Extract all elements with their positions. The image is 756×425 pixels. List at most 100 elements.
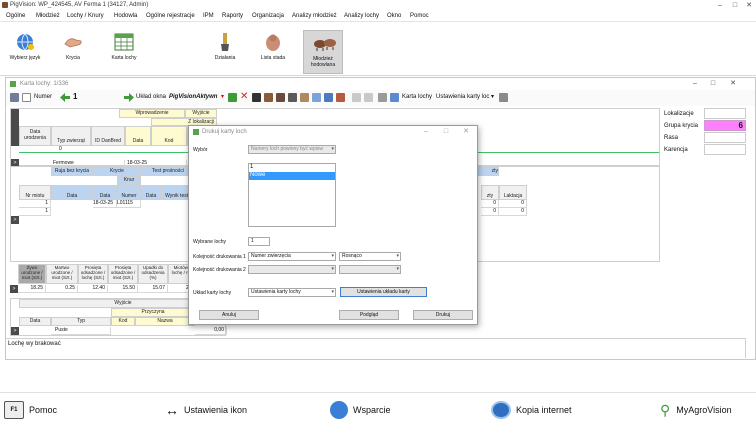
drukuj-button[interactable]: Drukuj <box>413 310 473 320</box>
card-icon[interactable] <box>390 93 399 102</box>
f1-key-icon: F1 <box>4 401 24 419</box>
rasa-field[interactable] <box>704 132 746 143</box>
test-data-header: Data <box>141 185 161 200</box>
wsparcie-button[interactable]: Wsparcie <box>330 401 391 419</box>
chart-icon[interactable] <box>336 93 345 102</box>
wybor-select[interactable]: Numery loch powinny być wpisw ▾ <box>248 145 336 154</box>
ustawienia-karty-label[interactable]: Ustawienia karty loc <box>436 94 489 100</box>
row1-data[interactable]: 18-03-25 <box>93 200 117 208</box>
child-minimize-icon[interactable]: – <box>688 79 702 88</box>
close-icon[interactable]: ✕ <box>742 1 756 10</box>
ruja-data-header: Data <box>51 185 93 200</box>
przyczyna-header: Przyczyna <box>111 308 195 317</box>
dzialania-label: Działania <box>214 55 236 61</box>
row1-numer[interactable]: L01115 <box>117 200 141 208</box>
laktacja-header: Laktacja <box>499 185 527 200</box>
menu-pomoc[interactable]: Pomoc <box>410 13 429 19</box>
grupa-krycia-value[interactable]: 6 <box>704 120 746 131</box>
transfer-icon[interactable] <box>288 93 297 102</box>
sow-action-icon[interactable] <box>300 93 309 102</box>
numer-value[interactable]: 1 <box>73 92 77 101</box>
sows-listbox[interactable]: 1 Nowe <box>248 163 336 227</box>
pig-icon[interactable] <box>264 93 273 102</box>
menu-mlodziez[interactable]: Młodzież <box>36 13 60 19</box>
menu-analizy-mlodziez[interactable]: Analizy młodzież <box>292 13 337 19</box>
podglad-button[interactable]: Podgląd <box>339 310 399 320</box>
child-toolbar: Numer 1 Układ okna PigVisionAktywn ▾ ✕ K… <box>6 90 755 106</box>
layout-name[interactable]: PigVisionAktywn <box>169 94 217 100</box>
right-val-2: 0 <box>481 208 499 216</box>
double-arrow-icon: ↔ <box>165 402 179 418</box>
exit-row-pointer-icon: > <box>11 327 19 335</box>
myagrovision-button[interactable]: ⚲ MyAgroVision <box>660 401 732 419</box>
uklad-karty-select[interactable]: Ustawienia karty lochy ▾ <box>248 288 336 297</box>
karta-lochy-button[interactable]: Karta lochy <box>104 32 144 61</box>
menu-ipm[interactable]: IPM <box>203 13 214 19</box>
lokalizacje-field[interactable] <box>704 108 746 119</box>
krycia-button[interactable]: Krycia <box>56 32 90 61</box>
print-icon[interactable] <box>499 93 508 102</box>
child-title: Karta lochy: 1/336 <box>20 81 69 87</box>
pigs-action-icon[interactable] <box>276 93 285 102</box>
kopia-internet-button[interactable]: Kopia internet <box>491 401 572 419</box>
gray-tool-icon-2[interactable] <box>364 93 373 102</box>
dialog-maximize-icon[interactable]: □ <box>439 127 453 136</box>
row1-nr[interactable]: 1 <box>19 200 51 208</box>
add-icon[interactable] <box>228 93 237 102</box>
search-icon[interactable] <box>22 93 31 102</box>
child-close-icon[interactable]: ✕ <box>726 79 740 88</box>
anuluj-button[interactable]: Anuluj <box>199 310 259 320</box>
menu-hodowla[interactable]: Hodowla <box>114 13 137 19</box>
back-arrow-icon[interactable] <box>60 93 70 102</box>
ustawienia-dropdown-icon[interactable]: ▾ <box>491 93 494 100</box>
mlodziez-hodowlana-label: Młodzież hodowlana <box>310 56 336 68</box>
menu-analizy-lochy[interactable]: Analizy lochy <box>344 13 379 19</box>
menu-lochy-knury[interactable]: Lochy / Knury <box>67 13 104 19</box>
wybrane-lochy-field[interactable]: 1 <box>248 237 270 246</box>
karta-lochy-toolbar-label[interactable]: Karta lochy <box>402 94 432 100</box>
exit-typ-value[interactable]: Puste <box>51 327 111 335</box>
menu-okno[interactable]: Okno <box>387 13 401 19</box>
gray-tool-icon-1[interactable] <box>352 93 361 102</box>
list-item-1[interactable]: 1 <box>249 164 335 172</box>
syringe-icon[interactable] <box>312 93 321 102</box>
dialog-close-icon[interactable]: ✕ <box>459 127 473 136</box>
maximize-icon[interactable]: □ <box>728 1 742 10</box>
menu-raporty[interactable]: Raporty <box>222 13 243 19</box>
wsparcie-label: Wsparcie <box>353 405 391 415</box>
delete-icon[interactable]: ✕ <box>240 92 248 102</box>
kolejnosc-1-order-select[interactable]: Rosnąco ▾ <box>339 252 401 261</box>
menu-ogolne-rejestracje[interactable]: Ogólne rejestracje <box>146 13 195 19</box>
layout-dropdown-icon[interactable]: ▾ <box>221 93 224 100</box>
karencja-field[interactable] <box>704 144 746 155</box>
lista-stada-button[interactable]: Lista stada <box>256 32 290 61</box>
krycie-header: Krycie <box>93 167 141 176</box>
globe-icon <box>14 32 36 52</box>
menu-organizacja[interactable]: Organizacja <box>252 13 284 19</box>
dialog-minimize-icon[interactable]: – <box>419 127 433 136</box>
mlodziez-hodowlana-button[interactable]: Młodzież hodowlana <box>303 30 343 74</box>
minimize-icon[interactable]: – <box>713 1 727 10</box>
connection-icon[interactable] <box>378 93 387 102</box>
tools-icon[interactable] <box>10 93 19 102</box>
ustawienia-ukladu-button[interactable]: Ustawienia układu karty <box>340 287 427 297</box>
dzialania-button[interactable]: Działania <box>208 32 242 61</box>
select-language-button[interactable]: Wybierz język <box>6 32 44 61</box>
brush-icon <box>214 32 236 52</box>
row2-nr[interactable]: 1 <box>19 208 51 216</box>
cut-icon[interactable] <box>252 93 261 102</box>
menu-bar: Ogólne Młodzież Lochy / Knury Hodowla Og… <box>0 11 756 22</box>
pomoc-button[interactable]: F1 Pomoc <box>4 401 57 419</box>
kolejnosc-2-order-select[interactable]: ▾ <box>339 265 401 274</box>
kolejnosc-1-select[interactable]: Numer zwierzęcia ▾ <box>248 252 336 261</box>
kolejnosc-2-select[interactable]: ▾ <box>248 265 336 274</box>
menu-ogolne[interactable]: Ogólne <box>6 13 25 19</box>
notes-area[interactable]: Lochę wy brakować <box>6 338 746 358</box>
ustawienia-ikon-button[interactable]: ↔ Ustawienia ikon <box>165 401 247 419</box>
forward-arrow-icon[interactable] <box>124 93 134 102</box>
list-item-nowe[interactable]: Nowe <box>249 172 335 180</box>
bottle-icon[interactable] <box>324 93 333 102</box>
child-maximize-icon[interactable]: □ <box>706 79 720 88</box>
chevron-down-icon: ▾ <box>331 266 334 272</box>
sheet-icon <box>10 81 16 87</box>
